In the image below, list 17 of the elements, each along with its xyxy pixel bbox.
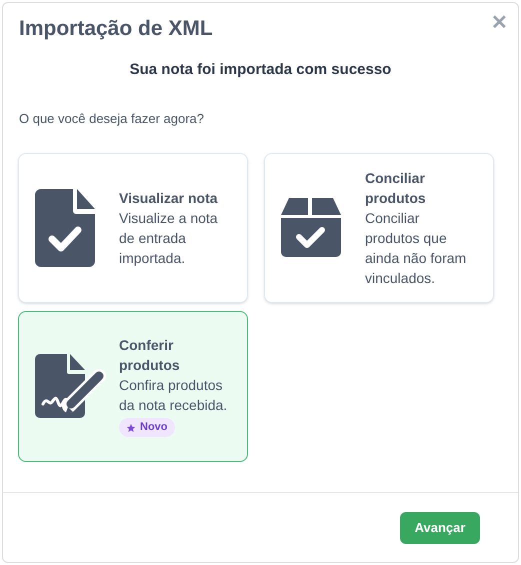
option-description: Visualize a nota de entrada importada. <box>119 208 219 268</box>
question-text: O que você deseja fazer agora? <box>19 110 206 128</box>
option-description: Conciliar produtos que ainda não foram vinculados. <box>365 208 468 288</box>
document-check-icon <box>35 188 95 266</box>
option-card[interactable]: Visualizar nota Visualize a nota de entrada importada. <box>18 152 248 302</box>
option-title: Visualizar nota <box>119 188 218 208</box>
option-card[interactable]: Conciliar produtos Conciliar produtos que ainda não foram vinculados. <box>264 152 494 302</box>
option-card[interactable]: Conferir produtos Confira produtos da nota recebida. Novo <box>18 310 248 462</box>
option-description: Confira produtos da nota recebida. <box>119 376 228 416</box>
badge-label: Novo <box>140 420 168 436</box>
option-title: Conferir produtos <box>119 336 181 376</box>
document-sign-icon <box>35 354 109 418</box>
option-title: Conciliar produtos <box>365 168 427 208</box>
star-icon <box>126 422 136 432</box>
dialog-title: Importação de XML <box>19 16 213 42</box>
box-check-icon <box>281 198 341 258</box>
success-heading: Sua nota foi importada com sucesso <box>128 60 392 80</box>
